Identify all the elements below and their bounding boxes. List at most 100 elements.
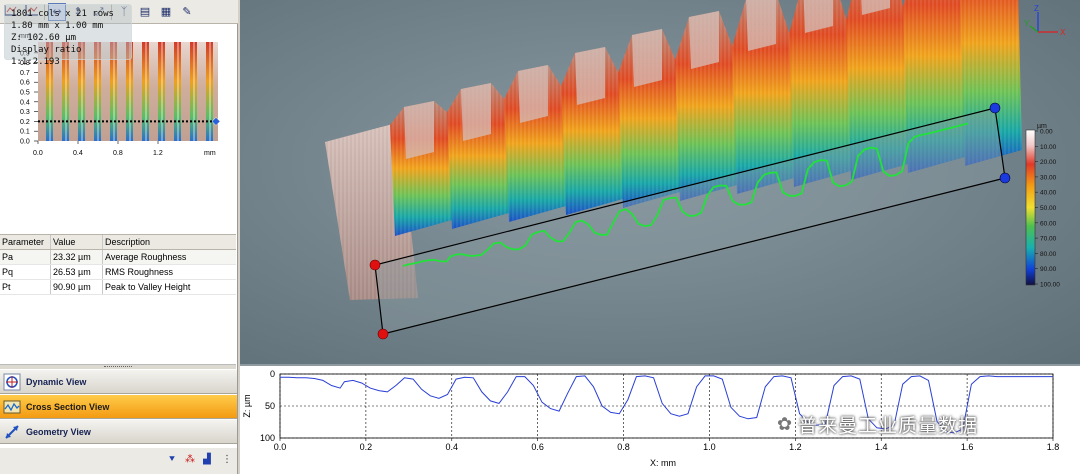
surface-ridge-top [575, 47, 605, 105]
markers-red-icon[interactable]: ⁂ [185, 454, 195, 465]
overview-groove-highlight [177, 42, 179, 141]
watermark-text: 普来曼工业质量数据 [798, 415, 979, 437]
col-value[interactable]: Value [51, 235, 103, 249]
color-scale-tick-label: 30.00 [1040, 174, 1057, 181]
svg-text:X: X [1060, 28, 1066, 37]
probe-icon: ✎ [182, 5, 192, 18]
profile-x-tick-label: 1.6 [961, 442, 974, 452]
3d-view[interactable]: Z X Y µm 0.0010.0020.0030.0040.0050.0060… [240, 0, 1080, 364]
param-name: Pa [0, 250, 51, 264]
info-display-ratio: Display ratio 1:1:2.193 [11, 45, 82, 67]
profile-y-tick-label: 50 [265, 401, 275, 411]
param-name: Pt [0, 280, 51, 294]
profile-y-tick-label: 100 [260, 433, 275, 443]
profile-x-tick-label: 0.4 [446, 442, 459, 452]
color-scale-tick-label: 20.00 [1040, 159, 1057, 166]
param-description: Average Roughness [105, 252, 187, 262]
color-scale-tick-label: 0.00 [1040, 129, 1053, 136]
profile-y-tick-label: 0 [270, 369, 275, 379]
svg-text:Y: Y [1024, 19, 1030, 28]
param-description: Peak to Valley Height [105, 282, 191, 292]
profile-x-tick-label: 0.8 [617, 442, 630, 452]
plane-handle-top-right[interactable] [989, 102, 1001, 114]
overview-unit-right: mm [204, 150, 216, 157]
dynamic-view-button[interactable]: Dynamic View [0, 370, 237, 394]
col-parameter[interactable]: Parameter [0, 235, 51, 249]
profile-x-axis-label: X: mm [650, 458, 676, 468]
table-button[interactable]: ▤ [136, 3, 154, 21]
surface-ridge-top [518, 65, 548, 123]
overview-y-tick-label: 0.4 [20, 99, 30, 106]
param-value: 23.32 µm [51, 250, 103, 264]
color-scale-tick-label: 60.00 [1040, 220, 1057, 227]
overview-y-tick-label: 0.7 [20, 70, 30, 77]
overview-groove-highlight [193, 42, 195, 141]
panel-splitter[interactable] [0, 364, 236, 369]
table-row[interactable]: Pq 26.53 µm RMS Roughness [0, 265, 236, 280]
info-z-range: Z: 102.60 µm [11, 33, 77, 43]
watermark: ✿ 普来曼工业质量数据 [777, 411, 978, 438]
table-row[interactable]: Pa 23.32 µm Average Roughness [0, 250, 236, 265]
plane-handle-top-left[interactable] [369, 259, 381, 271]
profile-x-tick-label: 1.8 [1047, 442, 1060, 452]
cross-section-view-icon [3, 400, 21, 414]
table-icon: ▤ [139, 5, 151, 18]
cross-section-profile-panel: 0.0 0.2 0.4 0.6 0.8 1.0 1.2 1.4 1.6 1.8 0 50 100 Z: µ… [240, 364, 1080, 474]
overview-y-tick-label: 0.6 [20, 80, 30, 87]
cross-section-view-button[interactable]: Cross Section View [0, 395, 237, 419]
dynamic-view-icon [3, 373, 21, 391]
surface-ridge-top [746, 0, 776, 51]
overview-x-axis: 0.0 0.4 0.8 1.2 [33, 141, 163, 157]
svg-text:Z: Z [1034, 4, 1039, 13]
overview-y-tick-label: 0.3 [20, 109, 30, 116]
geometry-view-button[interactable]: Geometry View [0, 420, 237, 444]
pattern-button[interactable]: ▦ [157, 3, 175, 21]
overview-groove-highlight [145, 42, 147, 141]
overview-x-tick-label: 0.0 [33, 150, 43, 157]
overview-y-tick-label: 0.1 [20, 129, 30, 136]
param-value: 90.90 µm [51, 280, 103, 294]
color-scale-tick-label: 90.00 [1040, 266, 1057, 273]
info-size: 1.80 mm x 1.00 mm [11, 21, 104, 31]
plane-handle-bottom-left[interactable] [377, 328, 389, 340]
surface-ridge-top [461, 83, 491, 141]
col-description[interactable]: Description [103, 235, 236, 249]
left-panel: ↔ ↕ ⤢ ᛉ ▤ ▦ ✎ mm 0.0 0.1 0.2 0.3 0.4 0.5 0.6 0.7 0.8 0.… [0, 0, 238, 474]
surface-ridge-top [689, 11, 719, 69]
stack-icon[interactable]: ▟ [203, 454, 211, 465]
overview-x-tick-label: 0.4 [73, 150, 83, 157]
param-description: RMS Roughness [105, 267, 174, 277]
profile-x-tick-label: 1.0 [703, 442, 716, 452]
profile-x-tick-label: 1.2 [789, 442, 802, 452]
cross-section-view-label: Cross Section View [26, 401, 110, 412]
overview-x-tick-label: 0.8 [113, 150, 123, 157]
dynamic-view-label: Dynamic View [26, 376, 87, 387]
color-scale-tick-label: 40.00 [1040, 190, 1057, 197]
table-row[interactable]: Pt 90.90 µm Peak to Valley Height [0, 280, 236, 295]
color-scale-tick-label: 70.00 [1040, 236, 1057, 243]
surface-ridge-top [404, 101, 434, 159]
surface-ridge-top [632, 29, 662, 87]
geometry-view-label: Geometry View [26, 426, 91, 437]
profile-x-tick-label: 1.4 [875, 442, 888, 452]
splitter-grip [104, 366, 132, 368]
color-scale-tick-label: 80.00 [1040, 251, 1057, 258]
overview-groove-highlight [161, 42, 163, 141]
parameter-table-header: Parameter Value Description [0, 234, 236, 250]
probe-button[interactable]: ✎ [178, 3, 196, 21]
overview-x-tick-label: 1.2 [153, 150, 163, 157]
param-name: Pq [0, 265, 51, 279]
more-options-icon[interactable]: ⋮ [222, 454, 232, 465]
color-scale-tick-label: 10.00 [1040, 144, 1057, 151]
overview-y-tick-label: 0.2 [20, 119, 30, 126]
profile-x-tick-label: 0.6 [531, 442, 544, 452]
overview-y-tick-label: 0.0 [20, 139, 30, 146]
markers-blue-icon[interactable]: ⯆ [168, 454, 176, 465]
plane-handle-bottom-right[interactable] [999, 172, 1011, 184]
profile-y-axis-label: Z: µm [242, 394, 252, 417]
info-dimensions: 1801 cols x 21 rows [11, 9, 114, 19]
overview-y-tick-label: 0.5 [20, 90, 30, 97]
color-scale-tick-label: 50.00 [1040, 205, 1057, 212]
profile-x-tick-label: 0.0 [274, 442, 287, 452]
overview-groove-highlight [209, 42, 211, 141]
